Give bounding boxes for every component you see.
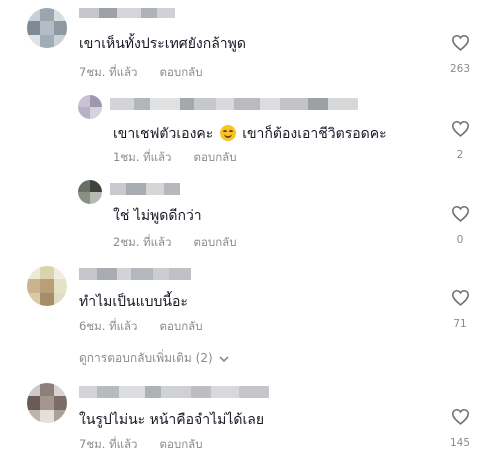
avatar[interactable]	[78, 180, 102, 204]
heart-outline-icon[interactable]	[440, 408, 480, 425]
view-more-replies-label: ดูการตอบกลับเพิ่มเติม (2)	[79, 351, 213, 365]
timestamp: 2ชม. ที่แล้ว	[113, 235, 172, 249]
like-button[interactable]: 71	[440, 289, 480, 330]
reply-button[interactable]: ตอบกลับ	[194, 149, 237, 167]
avatar[interactable]	[27, 266, 67, 306]
like-button[interactable]: 2	[440, 120, 480, 161]
comment-meta: 6ชม. ที่แล้ว ตอบกลับ	[79, 318, 203, 336]
chevron-down-icon	[219, 352, 229, 366]
timestamp: 7ชม. ที่แล้ว	[79, 65, 138, 79]
username[interactable]	[110, 183, 180, 195]
heart-outline-icon[interactable]	[440, 289, 480, 306]
timestamp: 7ชม. ที่แล้ว	[79, 437, 138, 451]
comment-text: ใช่ ไม่พูดดีกว่า	[113, 208, 202, 224]
like-count: 71	[453, 318, 467, 330]
timestamp: 1ชม. ที่แล้ว	[113, 150, 172, 164]
view-more-replies-button[interactable]: ดูการตอบกลับเพิ่มเติม (2)	[79, 349, 229, 368]
username[interactable]	[79, 8, 175, 18]
smiling-face-icon	[219, 125, 236, 141]
comment-meta: 1ชม. ที่แล้ว ตอบกลับ	[113, 149, 237, 167]
avatar[interactable]	[27, 8, 67, 48]
timestamp: 6ชม. ที่แล้ว	[79, 319, 138, 333]
like-count: 2	[456, 149, 464, 161]
comment-meta: 2ชม. ที่แล้ว ตอบกลับ	[113, 234, 237, 252]
comment-meta: 7ชม. ที่แล้ว ตอบกลับ	[79, 64, 203, 82]
comment-item: ในรูปไม่นะ หน้าคือจำไม่ได้เลย 7ชม. ที่แล…	[0, 375, 499, 460]
comment-text: เขาเห็นทั้งประเทศยังกล้าพูด	[79, 36, 246, 52]
comment-text: ในรูปไม่นะ หน้าคือจำไม่ได้เลย	[79, 412, 265, 428]
avatar[interactable]	[78, 95, 102, 119]
reply-button[interactable]: ตอบกลับ	[160, 436, 203, 454]
reply-button[interactable]: ตอบกลับ	[160, 318, 203, 336]
reply-button[interactable]: ตอบกลับ	[194, 234, 237, 252]
username[interactable]	[79, 268, 191, 280]
comment-text: เขาเชฟตัวเองคะ เขาก็ต้องเอาชีวิตรอดคะ	[113, 125, 387, 142]
like-count: 0	[456, 234, 464, 246]
heart-outline-icon[interactable]	[440, 205, 480, 222]
comment-item: เขาเห็นทั้งประเทศยังกล้าพูด 7ชม. ที่แล้ว…	[0, 0, 499, 85]
heart-outline-icon[interactable]	[440, 120, 480, 137]
username[interactable]	[110, 98, 358, 110]
username[interactable]	[79, 386, 269, 398]
comment-text: ทำไมเป็นแบบนี้อะ	[79, 294, 188, 310]
like-count: 263	[449, 63, 471, 75]
reply-button[interactable]: ตอบกลับ	[160, 64, 203, 82]
like-button[interactable]: 145	[440, 408, 480, 449]
like-button[interactable]: 0	[440, 205, 480, 246]
reply-item: ใช่ ไม่พูดดีกว่า 2ชม. ที่แล้ว ตอบกลับ 0	[0, 170, 499, 260]
like-count: 145	[449, 437, 471, 449]
reply-item: เขาเชฟตัวเองคะ เขาก็ต้องเอาชีวิตรอดคะ 1ช…	[0, 85, 499, 170]
heart-outline-icon[interactable]	[440, 34, 480, 51]
comment-item: ทำไมเป็นแบบนี้อะ 6ชม. ที่แล้ว ตอบกลับ 71	[0, 260, 499, 340]
avatar[interactable]	[27, 383, 67, 423]
comment-meta: 7ชม. ที่แล้ว ตอบกลับ	[79, 436, 203, 454]
like-button[interactable]: 263	[440, 34, 480, 75]
